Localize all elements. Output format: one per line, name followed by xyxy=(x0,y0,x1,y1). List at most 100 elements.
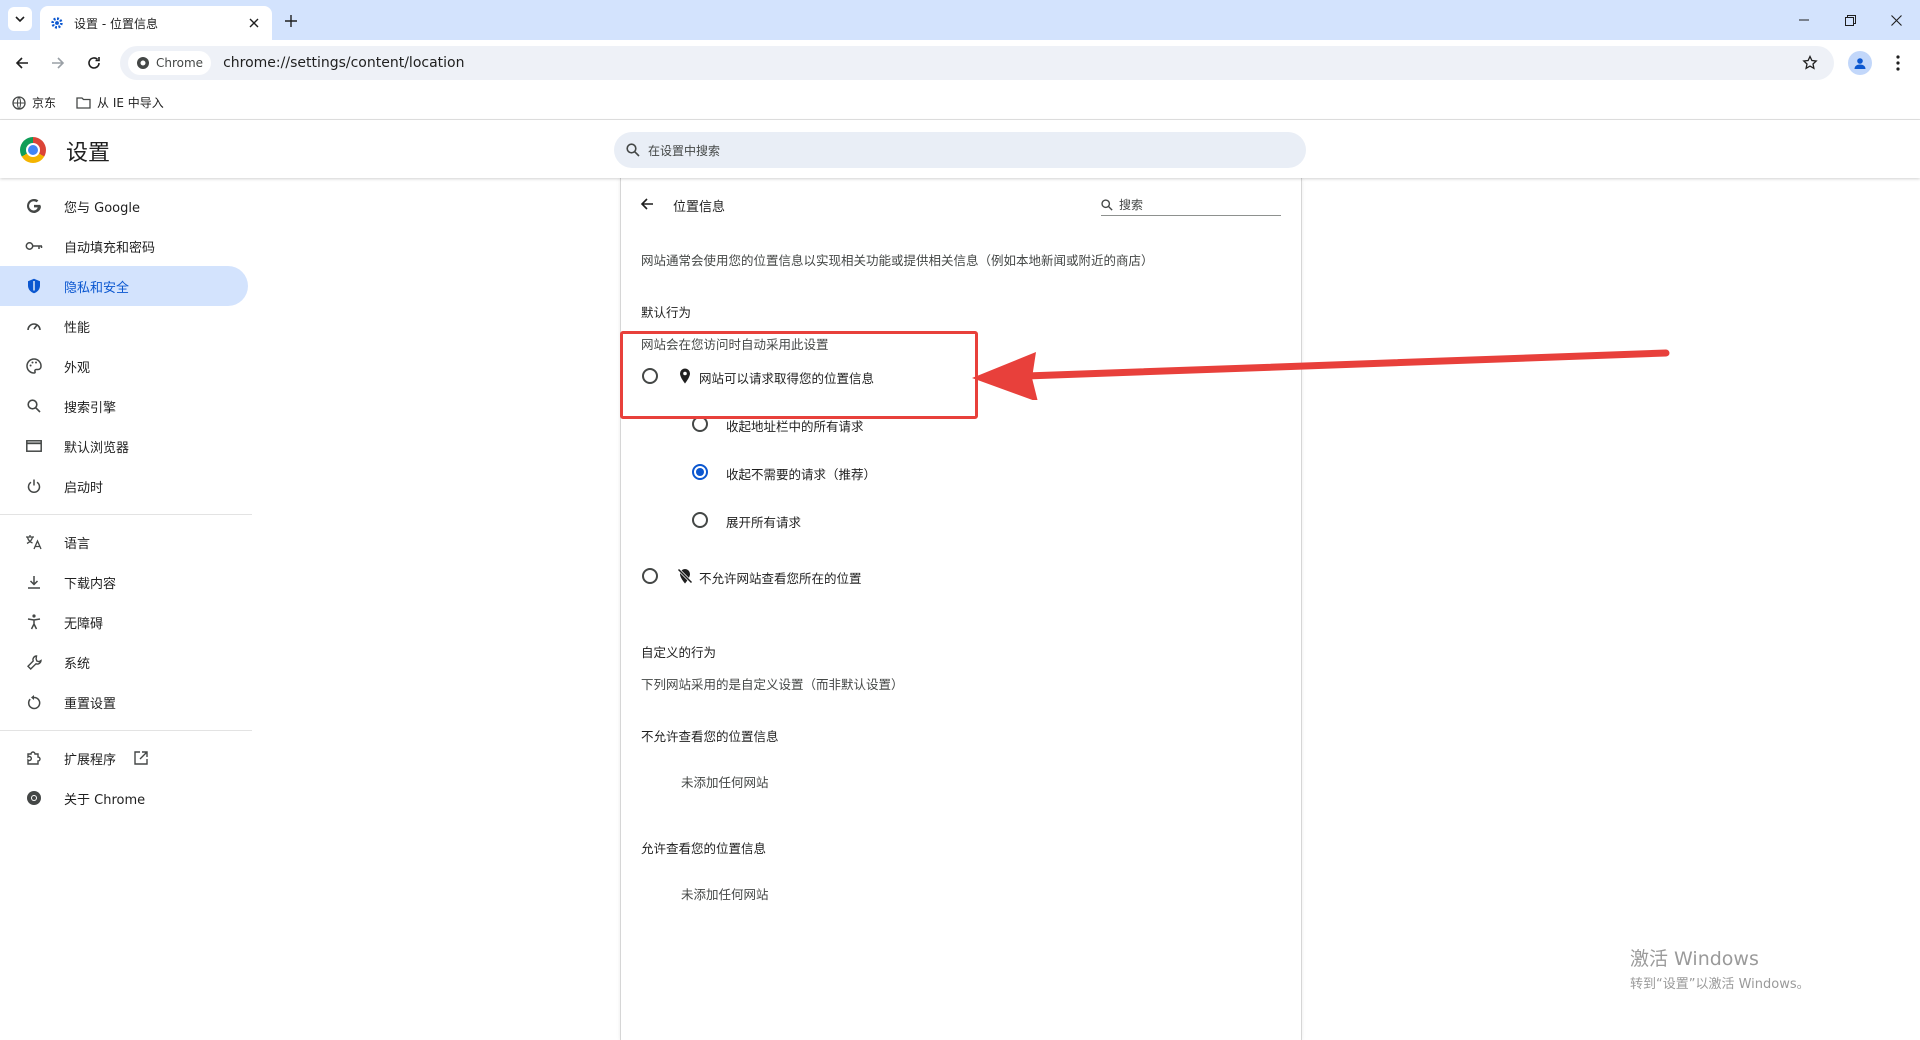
sidebar-item-system[interactable]: 系统 xyxy=(0,642,248,682)
arrow-left-icon xyxy=(15,57,28,69)
sidebar-item-label: 默认浏览器 xyxy=(64,440,130,456)
browser-toolbar: Chrome chrome://settings/content/locatio… xyxy=(0,40,1920,86)
extension-icon xyxy=(24,748,44,768)
sidebar-item-label: 关于 Chrome xyxy=(64,792,146,808)
back-button[interactable] xyxy=(10,51,34,75)
sidebar-item-label: 扩展程序 xyxy=(64,752,117,768)
location-settings-card: 位置信息 搜索 网站通常会使用您的位置信息以实现相关功能或提供相关信息（例如本地… xyxy=(620,178,1302,1040)
arrow-left-icon xyxy=(640,198,653,210)
location-description: 网站通常会使用您的位置信息以实现相关功能或提供相关信息（例如本地新闻或附近的商店… xyxy=(641,253,1154,268)
custom-behavior-subtitle: 下列网站采用的是自定义设置（而非默认设置） xyxy=(641,677,904,692)
power-icon xyxy=(24,476,44,496)
globe-icon xyxy=(12,95,26,110)
allow-location-radio[interactable] xyxy=(642,368,658,384)
sidebar-item-performance[interactable]: 性能 xyxy=(0,306,248,346)
active-tab[interactable]: 设置 - 位置信息 xyxy=(40,6,272,40)
open-in-new-icon xyxy=(134,751,148,765)
sidebar-item-label: 外观 xyxy=(64,360,91,376)
allowed-list-title: 允许查看您的位置信息 xyxy=(641,841,767,856)
palette-icon xyxy=(24,356,44,376)
settings-search-input[interactable]: 在设置中搜索 xyxy=(614,132,1306,168)
close-window-button[interactable] xyxy=(1884,8,1908,32)
tab-close-button[interactable] xyxy=(246,15,262,31)
allowed-empty-text: 未添加任何网站 xyxy=(681,887,769,902)
chip-label: Chrome xyxy=(156,56,204,70)
reload-button[interactable] xyxy=(82,51,106,75)
chrome-icon xyxy=(137,57,149,69)
chrome-logo-icon xyxy=(20,137,46,163)
sidebar-item-reset[interactable]: 重置设置 xyxy=(0,682,248,722)
search-placeholder: 搜索 xyxy=(1119,198,1144,212)
sidebar-item-downloads[interactable]: 下载内容 xyxy=(0,562,248,602)
key-icon xyxy=(24,236,44,256)
new-tab-button[interactable] xyxy=(280,10,302,32)
minimize-icon xyxy=(1799,19,1809,21)
bookmark-import-ie[interactable]: 从 IE 中导入 xyxy=(76,94,164,111)
bookmark-star-button[interactable] xyxy=(1798,51,1822,75)
annotation-arrow-icon xyxy=(972,349,1670,400)
minimize-button[interactable] xyxy=(1792,8,1816,32)
bookmark-jd[interactable]: 京东 xyxy=(12,94,56,111)
block-location-radio[interactable] xyxy=(642,568,658,584)
reset-icon xyxy=(24,692,44,712)
sidebar-item-default-browser[interactable]: 默认浏览器 xyxy=(0,426,248,466)
subpage-back-button[interactable] xyxy=(635,192,659,216)
bookmark-label: 从 IE 中导入 xyxy=(97,96,164,110)
default-behavior-subtitle: 网站会在您访问时自动采用此设置 xyxy=(641,337,829,352)
search-icon xyxy=(24,396,44,416)
sidebar-item-extensions[interactable]: 扩展程序 xyxy=(0,738,248,778)
subpage-title: 位置信息 xyxy=(673,200,726,215)
sidebar-item-on-startup[interactable]: 启动时 xyxy=(0,466,248,506)
url-text[interactable]: chrome://settings/content/location xyxy=(223,55,464,71)
star-icon xyxy=(1802,55,1818,70)
sidebar-item-label: 系统 xyxy=(64,656,91,672)
expand-all-requests-radio[interactable] xyxy=(692,512,708,528)
browser-menu-button[interactable] xyxy=(1886,51,1910,75)
search-placeholder: 在设置中搜索 xyxy=(648,143,721,158)
plus-icon xyxy=(285,15,297,27)
quiet-all-requests-label: 收起地址栏中的所有请求 xyxy=(726,419,864,434)
allow-location-label: 网站可以请求取得您的位置信息 xyxy=(699,371,875,386)
browser-window-icon xyxy=(24,436,44,456)
forward-button[interactable] xyxy=(46,51,70,75)
quiet-all-requests-radio[interactable] xyxy=(692,416,708,432)
sidebar-item-you-and-google[interactable]: 您与 Google xyxy=(0,186,248,226)
page-title: 设置 xyxy=(66,141,111,166)
sidebar-item-languages[interactable]: 语言 xyxy=(0,522,248,562)
sidebar-item-search-engine[interactable]: 搜索引擎 xyxy=(0,386,248,426)
sidebar-item-label: 重置设置 xyxy=(64,696,117,712)
quiet-unwanted-requests-label: 收起不需要的请求（推荐） xyxy=(726,467,877,482)
translate-icon xyxy=(24,532,44,552)
site-info-chip[interactable]: Chrome xyxy=(128,51,212,75)
restore-button[interactable] xyxy=(1838,8,1862,32)
shield-icon xyxy=(24,276,44,296)
chrome-icon xyxy=(24,788,44,808)
profile-button[interactable] xyxy=(1848,51,1872,75)
settings-header: 设置 在设置中搜索 xyxy=(0,120,1920,178)
sidebar-item-accessibility[interactable]: 无障碍 xyxy=(0,602,248,642)
sidebar-item-autofill[interactable]: 自动填充和密码 xyxy=(0,226,248,266)
not-allowed-empty-text: 未添加任何网站 xyxy=(681,775,769,790)
subpage-search-input[interactable]: 搜索 xyxy=(1101,194,1281,216)
sidebar-item-privacy[interactable]: 隐私和安全 xyxy=(0,266,248,306)
watermark-title: 激活 Windows xyxy=(1630,948,1759,970)
address-bar[interactable]: Chrome chrome://settings/content/locatio… xyxy=(120,46,1834,80)
accessibility-icon xyxy=(24,612,44,632)
gear-icon xyxy=(51,17,63,29)
chevron-down-icon xyxy=(15,16,25,23)
block-location-label: 不允许网站查看您所在的位置 xyxy=(699,571,862,586)
bookmarks-bar: 京东 从 IE 中导入 xyxy=(0,86,1920,120)
sidebar-item-appearance[interactable]: 外观 xyxy=(0,346,248,386)
sidebar-item-label: 无障碍 xyxy=(64,616,104,632)
google-icon xyxy=(24,196,44,216)
search-icon xyxy=(626,143,640,157)
sidebar-item-label: 启动时 xyxy=(64,480,104,496)
tab-search-button[interactable] xyxy=(8,7,32,31)
sidebar-item-about-chrome[interactable]: 关于 Chrome xyxy=(0,778,248,818)
windows-activation-watermark: 激活 Windows 转到“设置”以激活 Windows。 xyxy=(1630,944,1810,992)
more-vert-icon xyxy=(1896,55,1900,71)
sidebar-item-label: 您与 Google xyxy=(64,200,140,216)
quiet-unwanted-requests-radio[interactable] xyxy=(692,464,708,480)
person-icon xyxy=(1854,58,1866,69)
location-pin-icon xyxy=(676,367,694,385)
